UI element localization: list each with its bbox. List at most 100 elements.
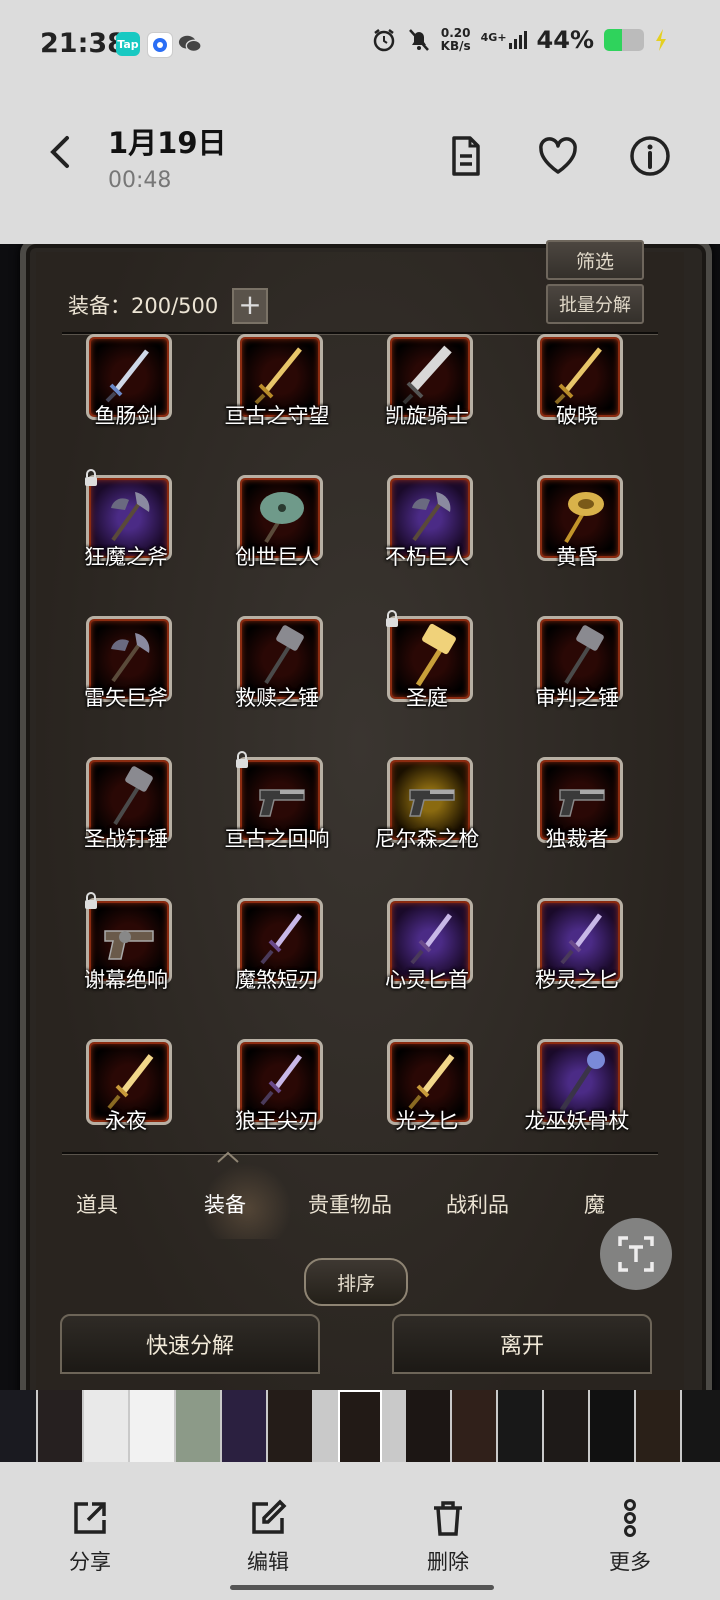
details-document-icon[interactable] bbox=[444, 134, 488, 178]
thumbnail[interactable] bbox=[130, 1390, 174, 1462]
equipment-item[interactable]: 凯旋骑士 bbox=[354, 334, 504, 474]
equipment-item[interactable]: 谢幕绝响 bbox=[53, 892, 203, 1038]
thumbnail[interactable] bbox=[590, 1390, 634, 1462]
status-indicators: 0.20 KB/s 4G+ 44% bbox=[371, 26, 668, 54]
equipment-item[interactable]: 破晓 bbox=[504, 334, 654, 474]
equipment-item[interactable]: 圣战钉锤 bbox=[53, 757, 203, 897]
equipment-name: 黄昏 bbox=[556, 545, 598, 569]
equipment-item[interactable]: 亘古之守望 bbox=[204, 334, 354, 474]
equipment-item[interactable]: 尼尔森之枪 bbox=[354, 757, 504, 897]
text-scan-button[interactable] bbox=[600, 1218, 672, 1290]
equipment-item[interactable]: 永夜 bbox=[53, 1039, 203, 1179]
more-dots-icon bbox=[624, 1499, 636, 1537]
thumbnail[interactable] bbox=[544, 1390, 588, 1462]
more-button[interactable]: 更多 bbox=[570, 1498, 690, 1576]
tab-loot[interactable]: 战利品 bbox=[446, 1189, 509, 1219]
thumbnail[interactable] bbox=[0, 1390, 36, 1462]
photo-time: 00:48 bbox=[108, 168, 172, 193]
favorite-heart-icon[interactable] bbox=[536, 134, 580, 178]
equipment-item[interactable]: 独裁者 bbox=[504, 757, 654, 897]
equipment-item[interactable]: 救赎之锤 bbox=[204, 616, 354, 756]
equipment-name: 尼尔森之枪 bbox=[374, 827, 480, 851]
thumbnail[interactable] bbox=[636, 1390, 680, 1462]
equipment-name: 救赎之锤 bbox=[235, 686, 319, 710]
equipment-name: 不朽巨人 bbox=[385, 545, 469, 569]
tab-equipment[interactable]: 装备 bbox=[204, 1189, 246, 1219]
equipment-name: 魔煞短刃 bbox=[235, 968, 319, 992]
browser-app-icon bbox=[147, 32, 173, 58]
equipment-name: 凯旋骑士 bbox=[385, 404, 469, 428]
filter-button[interactable]: 筛选 bbox=[546, 240, 644, 280]
equipment-name: 亘古之守望 bbox=[224, 404, 330, 428]
equipment-item[interactable]: 不朽巨人 bbox=[354, 475, 504, 615]
equipment-item[interactable]: 圣庭 bbox=[354, 610, 504, 756]
thumbnail[interactable] bbox=[38, 1390, 82, 1462]
clock: 21:38 bbox=[40, 28, 126, 59]
share-label: 分享 bbox=[69, 1550, 111, 1574]
delete-button[interactable]: 删除 bbox=[388, 1498, 508, 1576]
tab-items[interactable]: 道具 bbox=[76, 1189, 118, 1219]
equipment-item[interactable]: 黄昏 bbox=[504, 475, 654, 615]
edit-button[interactable]: 编辑 bbox=[208, 1498, 328, 1576]
photo-date: 1月19日 bbox=[108, 126, 227, 160]
equipment-name: 创世巨人 bbox=[235, 545, 319, 569]
text-recognition-icon bbox=[618, 1236, 654, 1272]
tab-magic[interactable]: 魔 bbox=[584, 1189, 605, 1219]
equipment-name: 破晓 bbox=[556, 404, 598, 428]
share-button[interactable]: 分享 bbox=[30, 1498, 150, 1576]
sort-button[interactable]: 排序 bbox=[304, 1258, 408, 1306]
equipment-item[interactable]: 光之匕 bbox=[354, 1039, 504, 1179]
equipment-name: 秽灵之匕 bbox=[535, 968, 619, 992]
leave-button[interactable]: 离开 bbox=[392, 1314, 652, 1374]
mute-icon bbox=[408, 29, 429, 51]
share-icon bbox=[74, 1502, 106, 1534]
equipment-item[interactable]: 秽灵之匕 bbox=[504, 898, 654, 1038]
delete-label: 删除 bbox=[427, 1550, 469, 1574]
bottom-toolbar: 分享 编辑 删除 更多 bbox=[0, 1462, 720, 1600]
equipment-item[interactable]: 心灵匕首 bbox=[354, 898, 504, 1038]
equipment-item[interactable]: 魔煞短刃 bbox=[204, 898, 354, 1038]
equipment-item[interactable]: 鱼肠剑 bbox=[53, 334, 203, 474]
equipment-item[interactable]: 审判之锤 bbox=[504, 616, 654, 756]
equipment-name: 亘古之回响 bbox=[224, 827, 330, 851]
tab-valuables[interactable]: 贵重物品 bbox=[308, 1189, 392, 1219]
equipment-item[interactable]: 狂魔之斧 bbox=[53, 469, 203, 615]
back-arrow-icon[interactable] bbox=[40, 130, 84, 174]
home-indicator bbox=[230, 1585, 494, 1590]
equipment-item[interactable]: 雷矢巨斧 bbox=[53, 616, 203, 756]
net-speed: 0.20 KB/s bbox=[440, 26, 471, 53]
equipment-name: 审判之锤 bbox=[535, 686, 619, 710]
thumbnail[interactable] bbox=[498, 1390, 542, 1462]
expand-capacity-button[interactable]: + bbox=[232, 288, 268, 324]
equipment-item[interactable]: 龙巫妖骨杖 bbox=[504, 1039, 654, 1179]
status-bar: 21:38 Tap 0.20 KB/s 4G+ 44% bbox=[0, 0, 720, 90]
thumbnail[interactable] bbox=[406, 1390, 450, 1462]
thumbnail[interactable] bbox=[682, 1390, 720, 1462]
equipment-item[interactable]: 创世巨人 bbox=[204, 475, 354, 615]
equipment-name: 永夜 bbox=[105, 1109, 147, 1133]
info-icon[interactable] bbox=[628, 134, 672, 178]
thumbnail[interactable] bbox=[84, 1390, 128, 1462]
thumbnail[interactable] bbox=[268, 1390, 312, 1462]
equipment-count: 装备：200/500 bbox=[68, 294, 219, 318]
alarm-icon bbox=[373, 29, 394, 52]
photo-filmstrip[interactable] bbox=[0, 1390, 720, 1466]
lock-icon bbox=[384, 610, 400, 628]
equipment-name: 狼王尖刃 bbox=[235, 1109, 319, 1133]
equipment-item[interactable]: 亘古之回响 bbox=[204, 751, 354, 897]
equipment-name: 心灵匕首 bbox=[385, 968, 469, 992]
quick-decompose-button[interactable]: 快速分解 bbox=[60, 1314, 320, 1374]
equipment-name: 鱼肠剑 bbox=[94, 404, 158, 428]
equipment-name: 雷矢巨斧 bbox=[84, 686, 168, 710]
equipment-name: 龙巫妖骨杖 bbox=[524, 1109, 630, 1133]
thumbnail[interactable] bbox=[176, 1390, 220, 1462]
bulk-decompose-button[interactable]: 批量分解 bbox=[546, 284, 644, 324]
equipment-name: 光之匕 bbox=[395, 1109, 459, 1133]
battery-percent: 44% bbox=[536, 26, 594, 54]
equipment-name: 独裁者 bbox=[545, 827, 609, 851]
thumbnail-current[interactable] bbox=[338, 1390, 382, 1466]
thumbnail[interactable] bbox=[222, 1390, 266, 1462]
thumbnail[interactable] bbox=[452, 1390, 496, 1462]
more-label: 更多 bbox=[609, 1550, 651, 1574]
equipment-name: 圣战钉锤 bbox=[84, 827, 168, 851]
